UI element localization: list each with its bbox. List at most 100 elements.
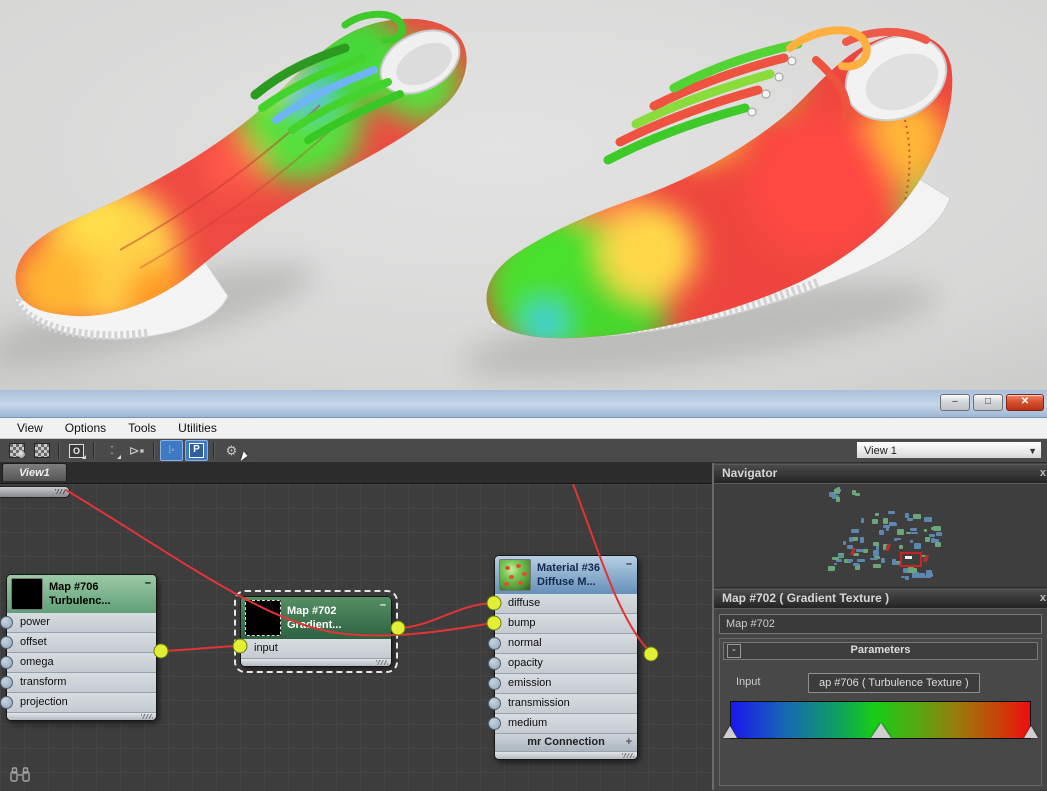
port-power[interactable]: power bbox=[0, 613, 156, 633]
node-collapse-icon[interactable]: – bbox=[626, 558, 632, 570]
close-icon[interactable]: x bbox=[1040, 590, 1046, 607]
show-background-button[interactable] bbox=[30, 440, 53, 461]
node-material36[interactable]: Material #36 Diffuse M... – diffuse bump … bbox=[488, 555, 648, 760]
node-map702-selected[interactable]: Map #702 Gradient... – input bbox=[234, 590, 401, 673]
node-material36-thumbnail[interactable] bbox=[499, 559, 531, 591]
menu-options[interactable]: Options bbox=[54, 419, 117, 437]
input-socket-icon[interactable] bbox=[0, 636, 13, 649]
minimap-node bbox=[859, 536, 864, 543]
port-transmission[interactable]: transmission bbox=[488, 694, 637, 714]
port-projection[interactable]: projection bbox=[0, 693, 156, 713]
port-emission[interactable]: emission bbox=[488, 674, 637, 694]
gradient-ramp[interactable] bbox=[723, 701, 1038, 739]
minimap-node bbox=[848, 536, 854, 542]
input-socket-icon[interactable] bbox=[488, 697, 501, 710]
window-titlebar[interactable]: – □ ✕ bbox=[0, 390, 1047, 418]
layout-mode-button[interactable]: ⁚ bbox=[100, 440, 123, 461]
mr-connection-row[interactable]: mr Connection + bbox=[495, 734, 637, 752]
menu-view[interactable]: View bbox=[6, 419, 54, 437]
input-socket-icon[interactable] bbox=[0, 696, 13, 709]
node-collapse-icon[interactable]: – bbox=[380, 599, 386, 611]
node-resize-handle[interactable] bbox=[495, 752, 637, 759]
input-socket-icon[interactable] bbox=[0, 656, 13, 669]
input-map-button[interactable]: ap #706 ( Turbulence Texture ) bbox=[808, 673, 980, 693]
port-normal[interactable]: normal bbox=[488, 634, 637, 654]
render-viewport[interactable] bbox=[0, 0, 1047, 390]
port-medium[interactable]: medium bbox=[488, 714, 637, 734]
minimap-node bbox=[896, 529, 905, 535]
node-canvas[interactable]: Map #706 Turbulenc... – power offset omeg… bbox=[0, 484, 712, 791]
material-name-field[interactable]: Map #702 bbox=[719, 614, 1042, 634]
parameters-rollout-header[interactable]: - Parameters bbox=[723, 642, 1038, 660]
plus-icon[interactable]: + bbox=[626, 734, 632, 751]
menu-utilities[interactable]: Utilities bbox=[167, 419, 228, 437]
node-collapse-icon[interactable]: – bbox=[145, 577, 151, 589]
close-icon[interactable]: x bbox=[1040, 465, 1046, 482]
minimap-node bbox=[832, 557, 840, 561]
maximize-button[interactable]: □ bbox=[973, 394, 1003, 411]
minimap-node bbox=[846, 558, 854, 562]
node-graph-area: View1 Map #706 Turbulenc... – power offse… bbox=[0, 463, 712, 791]
hide-unused-slots-button[interactable]: ⊳▪ bbox=[125, 440, 148, 461]
gradient-flag-middle[interactable] bbox=[870, 723, 891, 738]
node-resize-handle[interactable] bbox=[241, 659, 391, 666]
navigator-minimap[interactable] bbox=[714, 484, 1047, 588]
minimap-node bbox=[855, 548, 863, 553]
port-diffuse[interactable]: diffuse bbox=[495, 594, 637, 614]
show-children-button[interactable]: ⁞◦ bbox=[160, 440, 183, 461]
port-offset[interactable]: offset bbox=[0, 633, 156, 653]
node-tree-icon: ⁞◦ bbox=[168, 445, 175, 456]
minimize-button[interactable]: – bbox=[940, 394, 970, 411]
input-socket-icon[interactable] bbox=[488, 637, 501, 650]
minimap-node bbox=[872, 541, 880, 546]
minimap-node bbox=[904, 575, 909, 581]
gradient-flag-left[interactable] bbox=[723, 726, 737, 738]
parameters-rollout-panel: - Parameters Input ap #706 ( Turbulence … bbox=[719, 638, 1042, 786]
search-binoculars-icon[interactable] bbox=[10, 766, 30, 783]
parameter-panel-header[interactable]: Map #702 ( Gradient Texture ) x bbox=[714, 589, 1047, 609]
node-map706-thumbnail[interactable] bbox=[11, 578, 43, 610]
port-omega[interactable]: omega bbox=[0, 653, 156, 673]
minimap-node bbox=[827, 565, 835, 571]
show-material-preview-button[interactable] bbox=[5, 440, 28, 461]
minimap-node bbox=[931, 526, 938, 531]
input-socket-icon[interactable] bbox=[488, 657, 501, 670]
render-map-button[interactable]: ⚙ bbox=[220, 440, 249, 463]
node-map702-thumbnail[interactable] bbox=[245, 600, 281, 636]
minimap-node bbox=[862, 548, 869, 554]
navigator-header[interactable]: Navigator x bbox=[714, 464, 1047, 484]
port-input[interactable]: input bbox=[241, 639, 391, 659]
minimap-node bbox=[852, 490, 857, 495]
input-socket-icon[interactable] bbox=[0, 676, 13, 689]
minimap-node bbox=[879, 530, 885, 535]
pick-material-button[interactable]: O bbox=[65, 440, 88, 461]
port-opacity[interactable]: opacity bbox=[488, 654, 637, 674]
input-socket-icon[interactable] bbox=[0, 616, 13, 629]
tab-view1[interactable]: View1 bbox=[2, 463, 67, 481]
close-button[interactable]: ✕ bbox=[1006, 394, 1044, 411]
minimap-node bbox=[889, 521, 896, 526]
minimap-node bbox=[873, 563, 882, 569]
menu-bar: View Options Tools Utilities bbox=[0, 418, 1047, 439]
view-selector-dropdown[interactable]: View 1 ▼ bbox=[856, 441, 1042, 459]
minimap-node bbox=[909, 540, 914, 543]
minimap-view-rectangle[interactable] bbox=[900, 552, 922, 567]
minimap-node bbox=[836, 487, 841, 491]
menu-tools[interactable]: Tools bbox=[117, 419, 167, 437]
chevron-down-icon: ▼ bbox=[1028, 446, 1037, 456]
minimap-node bbox=[905, 532, 911, 535]
collapse-icon[interactable]: - bbox=[727, 644, 741, 658]
gradient-flag-right[interactable] bbox=[1024, 726, 1038, 738]
show-parameter-panel-button[interactable]: P bbox=[185, 440, 208, 461]
port-transform[interactable]: transform bbox=[0, 673, 156, 693]
shoes-render bbox=[0, 0, 1047, 390]
wire-706-to-input bbox=[160, 645, 239, 652]
node-resize-handle[interactable] bbox=[7, 713, 156, 720]
minimap-node bbox=[906, 518, 914, 521]
collapsed-node-bar[interactable] bbox=[0, 486, 70, 498]
port-bump[interactable]: bump bbox=[495, 614, 637, 634]
input-socket-icon[interactable] bbox=[488, 677, 501, 690]
input-socket-icon[interactable] bbox=[488, 717, 501, 730]
minimap-node bbox=[835, 496, 841, 503]
node-map706[interactable]: Map #706 Turbulenc... – power offset omeg… bbox=[0, 574, 167, 721]
